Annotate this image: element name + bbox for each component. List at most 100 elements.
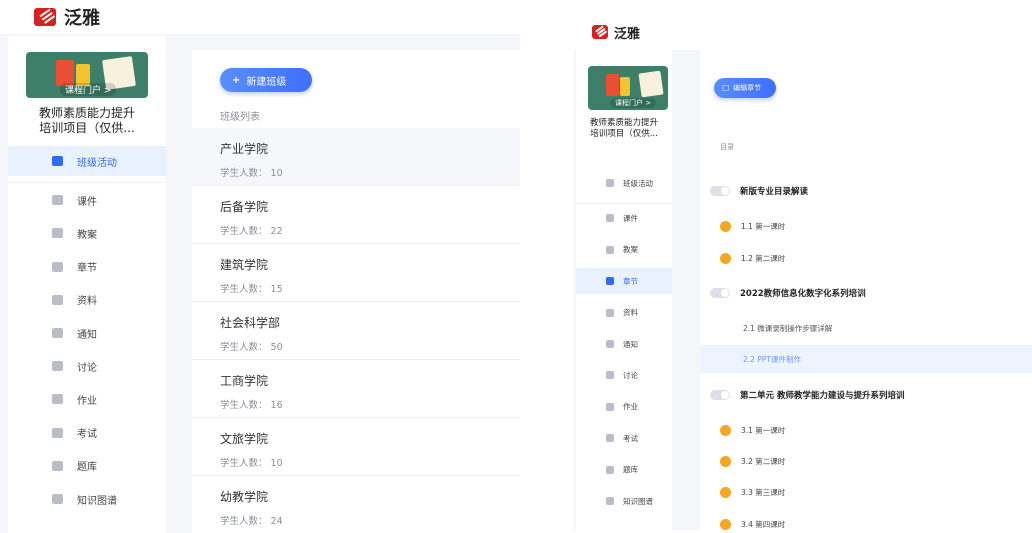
sidebar-item-label: 教案 — [623, 245, 638, 255]
file-icon — [52, 195, 63, 206]
sidebar-item-label: 章节 — [77, 263, 97, 275]
chapter-lesson[interactable]: 1.1 第一课时 — [700, 212, 1032, 240]
sidebar-item-8[interactable]: 考试 — [576, 425, 672, 451]
new-class-button[interactable]: + 新建班级 — [220, 68, 312, 92]
sidebar-item-label: 讨论 — [77, 362, 97, 374]
pencil-icon — [52, 394, 63, 405]
chapter-lesson[interactable]: 2.1 微课录制操作步骤详解 — [700, 314, 1032, 342]
lesson-status-icon — [720, 486, 731, 498]
collapse-toggle-icon[interactable] — [710, 288, 730, 298]
sidebar-item-1[interactable]: 课件 — [8, 185, 166, 215]
course-title: 教师素质能力提升 培训项目（仅供... — [578, 118, 670, 140]
sidebar-item-3[interactable]: 章节 — [576, 268, 672, 295]
class-row[interactable]: 建筑学院 学生人数： 15 — [192, 244, 520, 302]
book-illustration — [606, 74, 619, 96]
graph-icon — [606, 497, 614, 505]
sidebar-item-0[interactable]: 班级活动 — [8, 146, 166, 176]
speaker-icon — [606, 340, 614, 348]
sidebar-item-2[interactable]: 教案 — [8, 218, 166, 248]
collapse-toggle-icon[interactable] — [710, 186, 730, 196]
edit-chapter-button[interactable]: ☐ 编辑章节 — [714, 78, 776, 98]
sidebar-item-5[interactable]: 通知 — [576, 331, 672, 357]
student-count-label: 学生人数： — [220, 516, 268, 527]
speaker-icon — [52, 328, 63, 338]
chapter-heading[interactable]: 2022教师信息化数字化系列培训 — [700, 278, 1032, 308]
class-row[interactable]: 文旅学院 学生人数： 10 — [192, 418, 520, 476]
sidebar-item-label: 讨论 — [623, 370, 638, 380]
chat-icon — [52, 361, 63, 372]
sidebar-item-label: 考试 — [623, 433, 638, 443]
class-management-screen: 泛雅 课程门户 > 教师素质能力提升 培训项目（仅供... 班级活动 课件 教案 章节… — [0, 0, 520, 533]
nav-divider — [8, 182, 166, 184]
chapter-lesson[interactable]: 3.2 第二课时 — [700, 447, 1032, 475]
sidebar-item-4[interactable]: 资料 — [8, 285, 166, 315]
class-row[interactable]: 工商学院 学生人数： 16 — [192, 360, 520, 418]
sidebar-item-label: 课件 — [77, 196, 97, 208]
sidebar-item-6[interactable]: 讨论 — [576, 362, 672, 388]
class-row[interactable]: 产业学院 学生人数： 10 — [192, 128, 520, 186]
lesson-status-icon — [720, 455, 731, 467]
course-portal-link[interactable]: 课程门户 > — [60, 83, 117, 96]
student-count-value: 10 — [270, 168, 283, 179]
sidebar-item-0[interactable]: 班级活动 — [576, 170, 672, 196]
exam-icon — [606, 434, 614, 443]
sidebar-item-7[interactable]: 作业 — [576, 394, 672, 420]
course-cover[interactable]: 课程门户 > — [588, 66, 668, 110]
fanya-logo-icon — [592, 25, 608, 39]
top-bar: 泛雅 — [0, 0, 520, 34]
collapse-toggle-icon[interactable] — [710, 390, 730, 400]
stack-icon — [52, 460, 63, 471]
sidebar-item-6[interactable]: 讨论 — [8, 351, 166, 381]
sidebar-item-1[interactable]: 课件 — [576, 205, 672, 231]
sidebar-item-2[interactable]: 教案 — [576, 237, 672, 263]
course-title-line2: 培训项目（仅供... — [590, 129, 658, 139]
lesson-status-icon — [720, 424, 731, 436]
class-row[interactable]: 后备学院学生人数： 22 — [192, 186, 520, 244]
sidebar-item-10[interactable]: 知识图谱 — [8, 484, 166, 514]
student-count: 学生人数： 10 — [220, 455, 520, 469]
book-illustration — [620, 77, 630, 96]
student-count-label: 学生人数： — [220, 284, 268, 295]
sidebar-item-label: 作业 — [623, 402, 638, 412]
sidebar-item-8[interactable]: 考试 — [8, 418, 166, 448]
class-list-label: 班级列表 — [220, 112, 260, 123]
student-count-value: 22 — [270, 226, 283, 237]
chapter-lesson[interactable]: 3.1 第一课时 — [700, 416, 1032, 444]
student-count-label: 学生人数： — [220, 226, 268, 237]
course-portal-link[interactable]: 课程门户 > — [610, 98, 657, 108]
list-icon — [52, 261, 63, 272]
class-name: 产业学院 — [220, 142, 269, 156]
new-class-button-label: 新建班级 — [246, 76, 287, 88]
student-count: 学生人数： 16 — [220, 397, 520, 411]
exam-icon — [52, 427, 63, 438]
chapter-heading[interactable]: 新版专业目录解读 — [700, 176, 1032, 206]
sidebar-item-9[interactable]: 题库 — [8, 451, 166, 481]
sidebar-item-7[interactable]: 作业 — [8, 384, 166, 414]
student-count: 学生人数： 15 — [220, 281, 520, 295]
course-cover[interactable]: 课程门户 > — [26, 52, 148, 98]
course-title-line2: 培训项目（仅供... — [39, 121, 135, 135]
sidebar-item-3[interactable]: 章节 — [8, 252, 166, 282]
plus-icon: + — [232, 74, 241, 86]
student-count-label: 学生人数： — [220, 342, 268, 353]
document-icon — [52, 228, 63, 239]
chapter-heading[interactable]: 第二单元 教师教学能力建设与提升系列培训 — [700, 380, 1032, 410]
sidebar-item-9[interactable]: 题库 — [576, 457, 672, 483]
class-name: 后备学院 — [220, 200, 269, 214]
sidebar-item-5[interactable]: 通知 — [8, 318, 166, 348]
chapter-lesson[interactable]: 1.2 第二课时 — [700, 244, 1032, 272]
sidebar-item-label: 教案 — [77, 229, 97, 241]
class-row[interactable]: 幼教学院 学生人数： 24 — [192, 476, 520, 533]
chapter-label: 第二单元 教师教学能力建设与提升系列培训 — [740, 391, 905, 401]
sidebar-item-4[interactable]: 资料 — [576, 300, 672, 326]
student-count: 学生人数： 50 — [220, 339, 520, 353]
chapter-lesson[interactable]: 3.4 第四课时 — [700, 510, 1032, 530]
grid-icon — [52, 156, 63, 166]
chapter-lesson[interactable]: 3.3 第三课时 — [700, 478, 1032, 506]
sidebar-item-10[interactable]: 知识图谱 — [576, 488, 672, 514]
chapter-lesson[interactable]: 2.2 PPT课件制作 — [700, 345, 1032, 373]
chapter-label: 3.1 第一课时 — [741, 425, 786, 435]
list-icon — [606, 277, 614, 286]
class-row[interactable]: 社会科学部 学生人数： 50 — [192, 302, 520, 360]
student-count-value: 16 — [270, 400, 283, 411]
